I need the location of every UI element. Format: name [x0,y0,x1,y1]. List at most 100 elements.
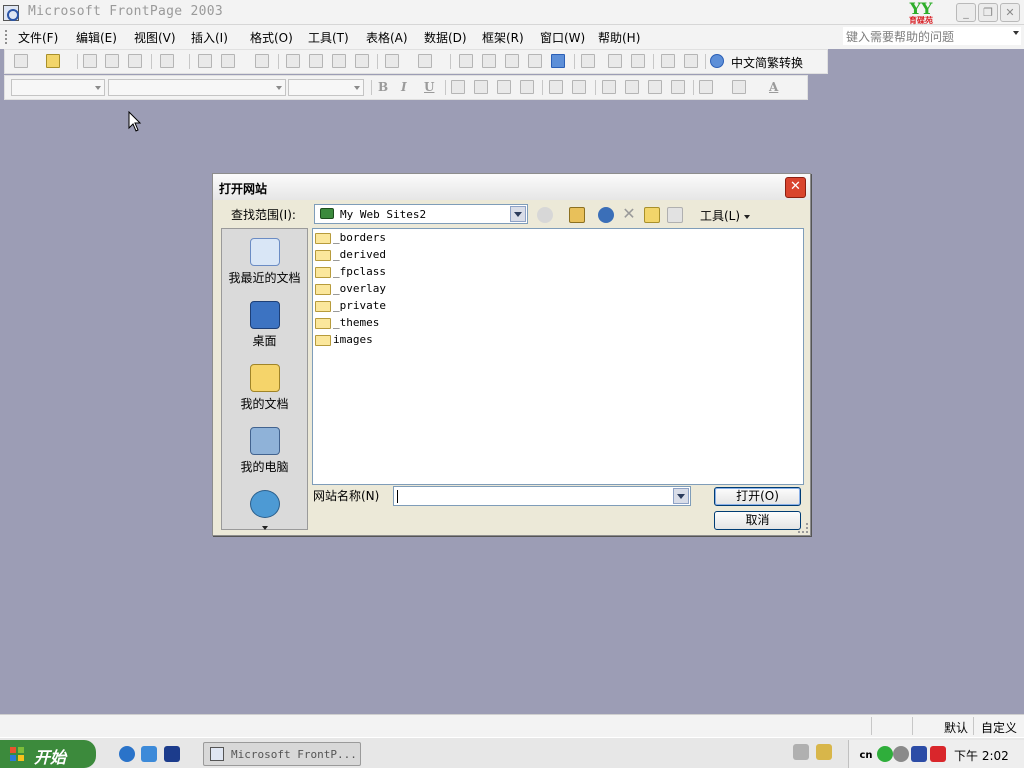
chevron-down-icon[interactable] [673,488,689,504]
chevron-down-icon[interactable] [354,86,360,90]
format-painter-icon[interactable] [355,54,369,68]
frontpage-app-icon[interactable] [3,5,19,21]
views-icon[interactable] [667,207,683,223]
style-select[interactable] [11,79,105,96]
clock[interactable]: 下午 2:02 [954,747,1009,764]
increase-font-icon[interactable] [549,80,563,94]
align-left-icon[interactable] [451,80,465,94]
preview-icon[interactable] [221,54,235,68]
menu-help[interactable]: 帮助(H) [598,29,640,46]
open-icon[interactable] [46,54,60,68]
close-window-button[interactable]: ✕ [1000,3,1020,22]
menu-window[interactable]: 窗口(W) [540,29,585,46]
list-item[interactable]: _overlay [315,282,435,298]
increase-indent-icon[interactable] [671,80,685,94]
help-icon[interactable] [710,54,724,68]
paste-icon[interactable] [332,54,346,68]
publish-icon[interactable] [128,54,142,68]
resize-grip[interactable] [798,523,808,533]
file-list[interactable]: _borders _derived _fpclass _overlay _pri… [312,228,804,485]
stop-icon[interactable] [631,54,645,68]
language-indicator[interactable]: cn [857,746,875,762]
numbering-icon[interactable] [602,80,616,94]
bullets-icon[interactable] [625,80,639,94]
chevron-down-icon[interactable] [276,86,282,90]
place-recent-documents[interactable]: 我最近的文档 [222,238,307,286]
decrease-font-icon[interactable] [572,80,586,94]
font-size-select[interactable] [288,79,364,96]
menu-view[interactable]: 视图(V) [134,29,176,46]
redo-icon[interactable] [418,54,432,68]
new-page-icon[interactable] [14,54,28,68]
print-icon[interactable] [198,54,212,68]
quick-launch-app-icon[interactable] [164,746,180,762]
list-item[interactable]: _themes [315,316,435,332]
place-my-documents[interactable]: 我的文档 [222,364,307,412]
undo-icon[interactable] [385,54,399,68]
delete-icon[interactable]: ✕ [621,206,637,223]
list-item[interactable]: _private [315,299,435,315]
zh-convert-menu[interactable]: 中文简繁转换 [731,54,803,71]
font-color-button[interactable]: A [769,80,778,94]
web-component-icon[interactable] [459,54,473,68]
chevron-down-icon[interactable] [262,526,268,530]
tray-pen-icon[interactable] [816,744,832,760]
underline-button[interactable]: U [424,80,434,94]
insert-layer-icon[interactable] [505,54,519,68]
copy-icon[interactable] [309,54,323,68]
start-button[interactable]: 开始 [0,740,96,768]
search-icon[interactable] [105,54,119,68]
save-icon[interactable] [83,54,97,68]
insert-picture-icon[interactable] [528,54,542,68]
place-desktop[interactable]: 桌面 [222,301,307,349]
justify-icon[interactable] [520,80,534,94]
insert-hyperlink-icon[interactable] [581,54,595,68]
borders-icon[interactable] [699,80,713,94]
insert-table-icon[interactable] [482,54,496,68]
menu-frames[interactable]: 框架(R) [482,29,524,46]
place-my-computer[interactable]: 我的电脑 [222,427,307,475]
menu-tools[interactable]: 工具(T) [308,29,349,46]
chevron-down-icon[interactable] [510,206,526,222]
menu-file[interactable]: 文件(F) [18,29,58,46]
menu-grip[interactable] [5,30,8,44]
menu-format[interactable]: 格式(O) [250,29,293,46]
chevron-down-icon[interactable] [95,86,101,90]
refresh-icon[interactable] [608,54,622,68]
tray-security-icon[interactable] [930,746,946,762]
look-in-select[interactable]: My Web Sites2 [314,204,528,224]
show-desktop-icon[interactable] [141,746,157,762]
anchor-icon[interactable] [684,54,698,68]
cut-icon[interactable] [286,54,300,68]
align-right-icon[interactable] [497,80,511,94]
list-item[interactable]: images [315,333,435,349]
new-folder-icon[interactable] [644,207,660,223]
align-center-icon[interactable] [474,80,488,94]
menu-data[interactable]: 数据(D) [424,29,467,46]
dialog-close-button[interactable]: ✕ [785,177,806,198]
italic-button[interactable]: I [401,80,407,94]
tools-menu[interactable]: 工具(L) [700,207,750,224]
maximize-button[interactable]: ❐ [978,3,998,22]
internet-explorer-icon[interactable] [119,746,135,762]
tray-network-status-icon[interactable] [911,746,927,762]
taskbar-frontpage-button[interactable]: Microsoft FrontP... [203,742,361,766]
spelling-icon[interactable] [255,54,269,68]
status-default[interactable]: 默认 [944,719,968,736]
menu-table[interactable]: 表格(A) [366,29,408,46]
decrease-indent-icon[interactable] [648,80,662,94]
open-button[interactable]: 打开(O) [714,487,801,506]
menu-insert[interactable]: 插入(I) [191,29,228,46]
up-folder-icon[interactable] [569,207,585,223]
cancel-button[interactable]: 取消 [714,511,801,530]
help-question-box[interactable]: 键入需要帮助的问题 [843,27,1021,45]
toggle-pane-icon[interactable] [160,54,174,68]
list-item[interactable]: _derived [315,248,435,264]
tray-app-icon[interactable] [877,746,893,762]
minimize-button[interactable]: _ [956,3,976,22]
site-name-input[interactable] [393,486,691,506]
place-network[interactable] [222,490,307,530]
search-web-icon[interactable] [598,207,614,223]
highlight-icon[interactable] [732,80,746,94]
tray-volume-icon[interactable] [893,746,909,762]
